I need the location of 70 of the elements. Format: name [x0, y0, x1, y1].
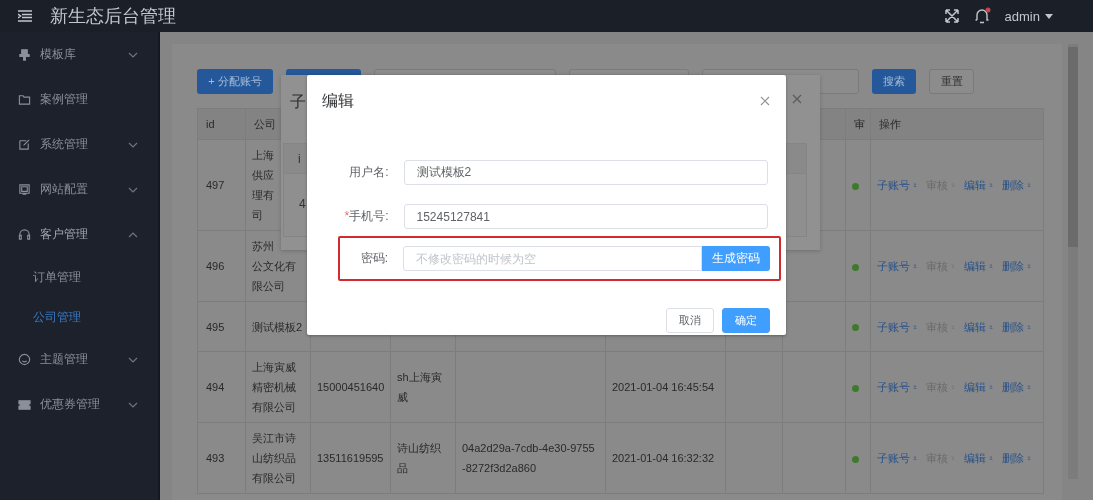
table-cell: 496	[197, 230, 246, 302]
action-link[interactable]: 编辑	[964, 316, 986, 337]
sidebar-subitem[interactable]: 订单管理	[0, 257, 81, 297]
action-link[interactable]: 删除	[1002, 448, 1024, 468]
user-menu[interactable]: admin	[1004, 8, 1053, 24]
table-cell: 2021-01-04 16:45:54	[605, 351, 726, 423]
menu-item-icon	[18, 138, 31, 151]
action-link[interactable]: 子账号	[877, 256, 910, 276]
generate-password-button[interactable]: 生成密码	[702, 246, 770, 271]
sidebar-item[interactable]: 主题管理	[0, 337, 158, 382]
field-label: *手机号:	[343, 208, 389, 225]
action-link[interactable]: 删除	[1002, 377, 1024, 397]
action-link[interactable]: 删除	[1002, 256, 1024, 276]
menu-icon[interactable]	[18, 10, 32, 22]
app-title: 新生态后台管理	[50, 5, 176, 28]
table-cell: 15000451640	[310, 351, 391, 423]
column-header: 审	[845, 108, 871, 140]
sidebar-item[interactable]: 网站配置	[0, 167, 158, 212]
sidebar-item[interactable]: 系统管理	[0, 122, 158, 167]
password-field[interactable]: 不修改密码的时候为空	[403, 246, 702, 271]
table-cell: sh上海寅 威	[390, 351, 456, 423]
input-field[interactable]: 15245127841	[403, 204, 768, 229]
input-field[interactable]: 测试模板2	[403, 160, 768, 185]
action-link[interactable]: 编辑	[964, 175, 986, 195]
table-cell: 吴江市诗 山纺织品 有限公司	[245, 422, 311, 494]
column-header: id	[197, 108, 246, 140]
table-cell: 诗山纺织 品	[390, 422, 456, 494]
table-cell: 13511619595	[310, 422, 391, 494]
action-link[interactable]: 子账号	[877, 448, 910, 468]
cancel-button[interactable]: 取消	[666, 308, 714, 333]
menu-item-icon	[18, 398, 31, 411]
menu-item-icon	[18, 353, 31, 366]
table-cell: 2021-01-04 16:32:32	[605, 422, 726, 494]
table-cell: 4	[299, 197, 306, 211]
dialog-title: 编辑	[322, 90, 354, 111]
action-link[interactable]: 子账号	[877, 175, 910, 195]
action-link[interactable]: 删除	[1002, 175, 1024, 195]
field-label: 密码:	[359, 250, 388, 267]
sidebar-item[interactable]: 客户管理	[0, 212, 158, 257]
action-link[interactable]: 编辑	[964, 256, 986, 276]
menu-item-icon	[18, 48, 31, 61]
caret-icon	[1045, 13, 1053, 19]
table-cell: 495	[197, 301, 246, 352]
table-cell: 上海寅威 精密机械 有限公司	[245, 351, 311, 423]
column-header: 操作	[870, 108, 1044, 140]
action-link[interactable]: 编辑	[964, 377, 986, 397]
menu-item-icon	[18, 228, 31, 241]
fullscreen-icon[interactable]	[944, 9, 959, 23]
reset-button[interactable]: 重置	[929, 69, 974, 94]
search-button[interactable]: 搜索	[872, 69, 916, 94]
action-link[interactable]: 删除	[1002, 316, 1024, 337]
table-cell: 497	[197, 139, 246, 231]
column-header: i	[298, 151, 301, 166]
action-link[interactable]: 子账号	[877, 377, 910, 397]
confirm-button[interactable]: 确定	[722, 308, 770, 333]
action-link[interactable]: 子账号	[877, 316, 910, 337]
sidebar-item[interactable]: 模板库	[0, 32, 158, 77]
menu-item-icon	[18, 183, 31, 196]
table-cell: 493	[197, 422, 246, 494]
close-icon[interactable]	[760, 96, 770, 106]
table-cell: 04a2d29a-7cdb-4e30-9755 -8272f3d2a860	[455, 422, 606, 494]
menu-item-icon	[18, 93, 31, 106]
action-link[interactable]: 编辑	[964, 448, 986, 468]
field-label: 用户名:	[348, 164, 389, 181]
add-account-button[interactable]: + 分配账号	[197, 69, 273, 94]
sidebar-item[interactable]: 案例管理	[0, 77, 158, 122]
sidebar-subitem[interactable]: 公司管理	[0, 297, 81, 337]
scrollbar[interactable]	[1068, 44, 1078, 479]
table-cell: 494	[197, 351, 246, 423]
sidebar-item[interactable]: 优惠券管理	[0, 382, 158, 427]
